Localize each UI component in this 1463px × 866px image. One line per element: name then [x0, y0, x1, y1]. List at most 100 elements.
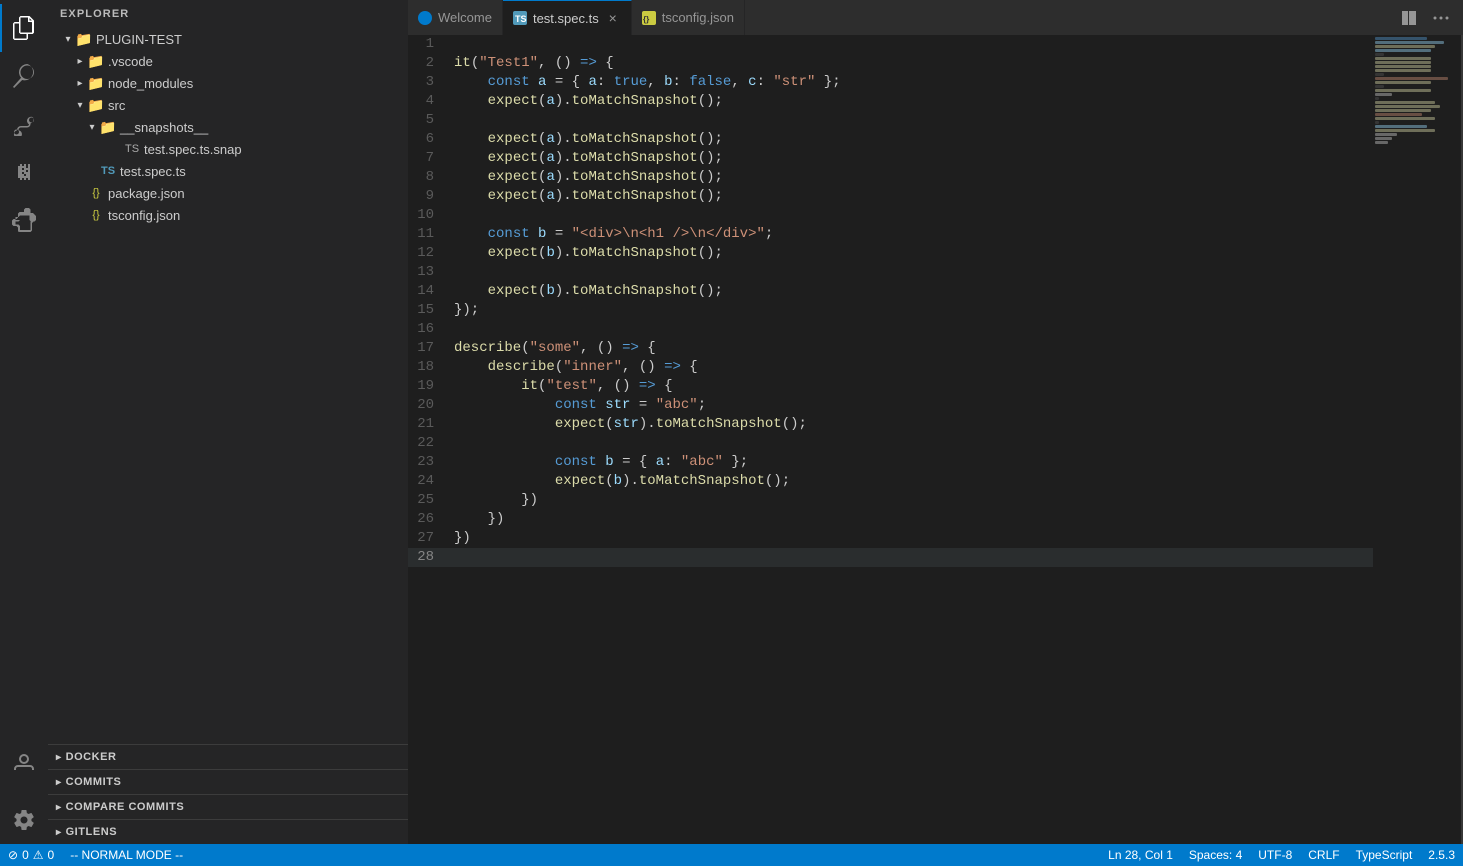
code-line-12: 12 expect(b).toMatchSnapshot(); — [408, 244, 1373, 263]
svg-text:{}: {} — [643, 15, 649, 24]
section-label-docker: DOCKER — [66, 751, 117, 763]
tabs-actions — [1387, 0, 1463, 35]
status-language[interactable]: TypeScript — [1348, 844, 1421, 866]
tree-label-node-modules: node_modules — [108, 76, 193, 91]
svg-text:TS: TS — [515, 14, 527, 24]
section-header-compare[interactable]: ▸ COMPARE COMMITS — [48, 795, 408, 819]
sidebar: EXPLORER 📁 PLUGIN-TEST 📁 .vscode 📁 node_… — [48, 0, 408, 844]
tab-label-tsconfig: tsconfig.json — [662, 10, 734, 25]
section-arrow-compare: ▸ — [56, 802, 62, 813]
activity-extensions[interactable] — [0, 196, 48, 244]
tree-label-tsconfig: tsconfig.json — [108, 208, 180, 223]
section-arrow-gitlens: ▸ — [56, 827, 62, 838]
folder-icon-vscode: 📁 — [88, 53, 104, 69]
code-line-23: 23 const b = { a: "abc" }; — [408, 453, 1373, 472]
code-line-16: 16 — [408, 320, 1373, 339]
tree-arrow-vscode — [72, 53, 88, 69]
tree-item-vscode[interactable]: 📁 .vscode — [48, 50, 408, 72]
activity-bar — [0, 0, 48, 844]
activity-search[interactable] — [0, 52, 48, 100]
tree-item-snap-file[interactable]: TS test.spec.ts.snap — [48, 138, 408, 160]
activity-source-control[interactable] — [0, 100, 48, 148]
section-arrow-docker: ▸ — [56, 752, 62, 763]
tree-item-tsconfig[interactable]: {} tsconfig.json — [48, 204, 408, 226]
ts-icon: TS — [513, 11, 527, 25]
folder-icon-node-modules: 📁 — [88, 75, 104, 91]
status-bar: ⊘ 0 ⚠ 0 -- NORMAL MODE -- Ln 28, Col 1 S… — [0, 844, 1463, 866]
tree-label-src: src — [108, 98, 125, 113]
folder-icon-snapshots: 📁 — [100, 119, 116, 135]
code-line-24: 24 expect(b).toMatchSnapshot(); — [408, 472, 1373, 491]
tabs-bar: Welcome TS test.spec.ts × {} tsconfig.js… — [408, 0, 1463, 35]
activity-run[interactable] — [0, 148, 48, 196]
status-encoding-text: UTF-8 — [1258, 848, 1292, 862]
code-line-11: 11 const b = "<div>\n<h1 />\n</div>"; — [408, 225, 1373, 244]
tab-welcome[interactable]: Welcome — [408, 0, 503, 35]
section-label-compare: COMPARE COMMITS — [66, 801, 185, 813]
code-line-10: 10 — [408, 206, 1373, 225]
status-position-text: Ln 28, Col 1 — [1108, 848, 1173, 862]
activity-accounts[interactable] — [0, 740, 48, 788]
status-version[interactable]: 2.5.3 — [1420, 844, 1463, 866]
tree-label-root: PLUGIN-TEST — [96, 32, 182, 47]
status-spaces-text: Spaces: 4 — [1189, 848, 1242, 862]
editor-container: 1 2 it("Test1", () => { 3 const a = { a:… — [408, 35, 1463, 844]
status-encoding[interactable]: UTF-8 — [1250, 844, 1300, 866]
status-mode[interactable]: -- NORMAL MODE -- — [62, 844, 191, 866]
status-eol[interactable]: CRLF — [1300, 844, 1347, 866]
tree-item-node-modules[interactable]: 📁 node_modules — [48, 72, 408, 94]
file-icon-snap: TS — [124, 141, 140, 157]
section-commits: ▸ COMMITS — [48, 769, 408, 794]
tree-root[interactable]: 📁 PLUGIN-TEST — [48, 28, 408, 50]
code-line-28: 28 — [408, 548, 1373, 567]
status-eol-text: CRLF — [1308, 848, 1339, 862]
code-line-27: 27 }) — [408, 529, 1373, 548]
status-language-text: TypeScript — [1356, 848, 1413, 862]
sidebar-title: EXPLORER — [48, 0, 408, 28]
code-line-21: 21 expect(str).toMatchSnapshot(); — [408, 415, 1373, 434]
section-arrow-commits: ▸ — [56, 777, 62, 788]
code-line-5: 5 — [408, 111, 1373, 130]
tree-item-src[interactable]: 📁 src — [48, 94, 408, 116]
status-position[interactable]: Ln 28, Col 1 — [1100, 844, 1181, 866]
tree-item-test-spec[interactable]: TS test.spec.ts — [48, 160, 408, 182]
section-docker: ▸ DOCKER — [48, 744, 408, 769]
split-editor-button[interactable] — [1395, 4, 1423, 32]
tree-item-snapshots[interactable]: 📁 __snapshots__ — [48, 116, 408, 138]
tree-label-package-json: package.json — [108, 186, 185, 201]
file-icon-pkg: {} — [88, 185, 104, 201]
tree-item-package-json[interactable]: {} package.json — [48, 182, 408, 204]
section-label-commits: COMMITS — [66, 776, 122, 788]
section-header-docker[interactable]: ▸ DOCKER — [48, 745, 408, 769]
code-line-8: 8 expect(a).toMatchSnapshot(); — [408, 168, 1373, 187]
tab-close-test-spec[interactable]: × — [605, 10, 621, 26]
section-header-commits[interactable]: ▸ COMMITS — [48, 770, 408, 794]
section-gitlens: ▸ GITLENS — [48, 819, 408, 844]
code-line-17: 17 describe("some", () => { — [408, 339, 1373, 358]
code-line-4: 4 expect(a).toMatchSnapshot(); — [408, 92, 1373, 111]
code-line-22: 22 — [408, 434, 1373, 453]
file-tree: 📁 PLUGIN-TEST 📁 .vscode 📁 node_modules 📁… — [48, 28, 408, 744]
code-line-9: 9 expect(a).toMatchSnapshot(); — [408, 187, 1373, 206]
activity-explorer[interactable] — [0, 4, 48, 52]
tab-tsconfig[interactable]: {} tsconfig.json — [632, 0, 745, 35]
json-icon-tsconfig: {} — [642, 11, 656, 25]
status-error-count: 0 — [22, 848, 29, 862]
status-errors[interactable]: ⊘ 0 ⚠ 0 — [0, 844, 62, 866]
tab-label-test-spec: test.spec.ts — [533, 11, 599, 26]
tab-test-spec[interactable]: TS test.spec.ts × — [503, 0, 632, 35]
editor-content[interactable]: 1 2 it("Test1", () => { 3 const a = { a:… — [408, 35, 1373, 844]
tree-arrow-snapshots — [84, 119, 100, 135]
status-mode-text: -- NORMAL MODE -- — [70, 848, 183, 862]
warning-icon: ⚠ — [33, 848, 44, 862]
section-header-gitlens[interactable]: ▸ GITLENS — [48, 820, 408, 844]
more-actions-button[interactable] — [1427, 4, 1455, 32]
code-line-1: 1 — [408, 35, 1373, 54]
status-left: ⊘ 0 ⚠ 0 -- NORMAL MODE -- — [0, 844, 191, 866]
status-spaces[interactable]: Spaces: 4 — [1181, 844, 1250, 866]
code-line-26: 26 }) — [408, 510, 1373, 529]
activity-settings[interactable] — [0, 796, 48, 844]
tree-arrow-src — [72, 97, 88, 113]
code-line-7: 7 expect(a).toMatchSnapshot(); — [408, 149, 1373, 168]
file-icon-ts: TS — [100, 163, 116, 179]
